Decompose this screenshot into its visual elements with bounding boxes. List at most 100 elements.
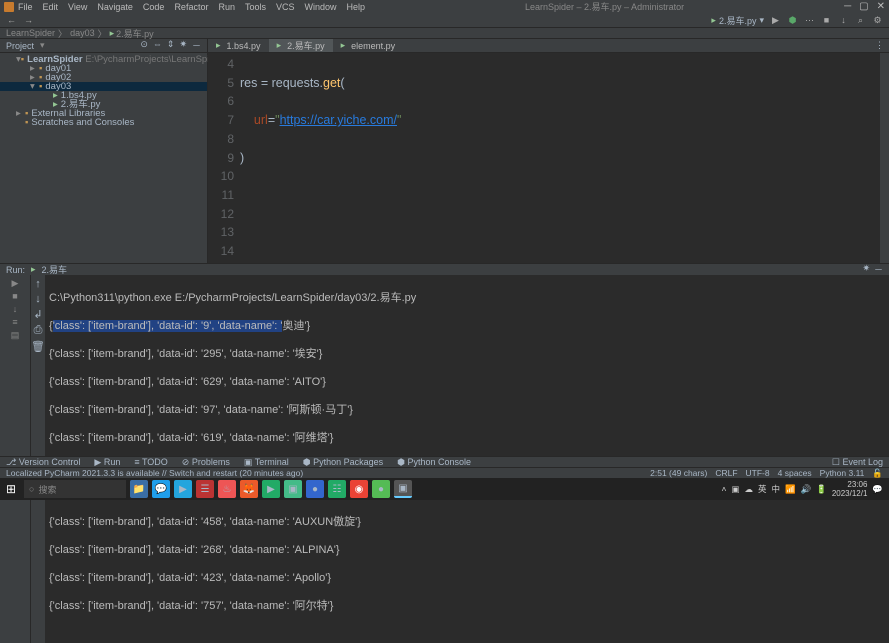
- hide-icon[interactable]: －: [192, 39, 201, 52]
- task-firefox-icon[interactable]: 🦊: [240, 480, 258, 498]
- menu-window[interactable]: Window: [305, 2, 337, 12]
- search-everywhere-icon[interactable]: ⌕: [855, 15, 866, 26]
- tab-version-control[interactable]: ⎇ Version Control: [6, 457, 80, 468]
- menu-view[interactable]: View: [68, 2, 87, 12]
- task-app8-icon[interactable]: ☷: [328, 480, 346, 498]
- menu-code[interactable]: Code: [143, 2, 165, 12]
- status-encoding[interactable]: UTF-8: [746, 468, 770, 479]
- ime-indicator[interactable]: 英: [758, 483, 767, 495]
- task-app6-icon[interactable]: ▣: [284, 480, 302, 498]
- editor-scrollbar[interactable]: [880, 53, 889, 263]
- project-header-label[interactable]: Project: [6, 41, 34, 51]
- status-interpreter[interactable]: Python 3.11: [820, 468, 865, 479]
- tab-packages[interactable]: ⬢ Python Packages: [303, 457, 383, 468]
- tray-icon[interactable]: ▣: [731, 484, 739, 495]
- taskbar-clock[interactable]: 23:062023/12/1: [832, 480, 868, 498]
- tree-folder-day03[interactable]: ▾▪day03: [0, 82, 207, 91]
- tab-console[interactable]: ⬢ Python Console: [397, 457, 471, 468]
- crumb-project[interactable]: LearnSpider: [6, 28, 55, 38]
- locate-icon[interactable]: ⊙: [140, 39, 148, 52]
- task-app1-icon[interactable]: 💬: [152, 480, 170, 498]
- taskbar-search[interactable]: ○ 搜索: [24, 480, 126, 498]
- editor-tab-bs4[interactable]: ▸1.bs4.py: [208, 39, 269, 52]
- ime-indicator2[interactable]: 中: [772, 483, 781, 495]
- editor-tab-element[interactable]: ▸element.py: [333, 39, 404, 52]
- app-logo-icon: [4, 2, 14, 12]
- battery-icon[interactable]: 🔋: [816, 484, 827, 495]
- tray-up-icon[interactable]: ˄: [722, 484, 727, 494]
- status-caret-pos[interactable]: 2:51 (49 chars): [650, 468, 707, 479]
- tray-onedrive-icon[interactable]: ☁: [745, 484, 754, 495]
- tree-file-bs4[interactable]: ▸1.bs4.py: [0, 91, 207, 100]
- run-config-dropdown[interactable]: ▸ 2.易车.py ▾: [711, 14, 764, 27]
- stop-run-icon[interactable]: ■: [10, 291, 20, 301]
- trash-icon[interactable]: 🗑: [31, 340, 45, 353]
- breadcrumb: LearnSpider 〉 day03 〉 ▸ 2.易车.py: [0, 28, 889, 39]
- run-icon[interactable]: ▶: [770, 15, 781, 26]
- tree-scratches[interactable]: ▪Scratches and Consoles: [0, 118, 207, 127]
- status-line-ending[interactable]: CRLF: [715, 468, 737, 479]
- task-app7-icon[interactable]: ●: [306, 480, 324, 498]
- tab-event-log[interactable]: ☐ Event Log: [832, 457, 883, 468]
- tab-problems[interactable]: ⊘ Problems: [182, 457, 230, 468]
- down-icon[interactable]: ↓: [10, 304, 20, 314]
- chevron-down-icon: ▾: [759, 15, 764, 26]
- rerun-icon[interactable]: ▶: [10, 278, 20, 288]
- maximize-icon[interactable]: ▢: [859, 1, 868, 12]
- task-app4-icon[interactable]: ♨: [218, 480, 236, 498]
- down-stack-icon[interactable]: ↓: [35, 293, 41, 305]
- gear-icon[interactable]: ✷: [179, 39, 187, 52]
- title-bar: File Edit View Navigate Code Refactor Ru…: [0, 0, 889, 13]
- project-tree[interactable]: ▾▪LearnSpider E:\PycharmProjects\LearnSp…: [0, 53, 207, 129]
- more-run-icon[interactable]: ⋯: [804, 15, 815, 26]
- task-app2-icon[interactable]: ▶: [174, 480, 192, 498]
- print-icon[interactable]: ⎙: [34, 324, 43, 337]
- task-app9-icon[interactable]: ●: [372, 480, 390, 498]
- menu-tools[interactable]: Tools: [245, 2, 266, 12]
- forward-icon[interactable]: →: [23, 15, 34, 26]
- minimize-icon[interactable]: ─: [844, 1, 851, 12]
- task-app3-icon[interactable]: ☰: [196, 480, 214, 498]
- crumb-folder[interactable]: day03: [70, 28, 95, 38]
- crumb-file[interactable]: 2.易车.py: [116, 27, 154, 40]
- status-indent[interactable]: 4 spaces: [778, 468, 812, 479]
- menu-vcs[interactable]: VCS: [276, 2, 295, 12]
- tab-list-icon[interactable]: ⋮: [870, 40, 889, 51]
- layout-icon[interactable]: ▤: [10, 330, 20, 340]
- status-message[interactable]: Localized PyCharm 2021.3.3 is available …: [6, 468, 303, 478]
- wrap-icon[interactable]: ↲: [33, 308, 42, 321]
- volume-icon[interactable]: 🔊: [801, 484, 812, 495]
- up-stack-icon[interactable]: ↑: [35, 278, 41, 290]
- debug-icon[interactable]: ⬢: [787, 15, 798, 26]
- filter-icon[interactable]: ≡: [10, 317, 20, 327]
- task-chrome-icon[interactable]: ◉: [350, 480, 368, 498]
- notification-icon[interactable]: 💬: [872, 484, 883, 495]
- line-gutter: 456789101112131415: [208, 53, 240, 263]
- system-tray[interactable]: ˄ ▣ ☁ 英 中 📶 🔊 🔋 23:062023/12/1 💬: [722, 480, 889, 498]
- menu-run[interactable]: Run: [218, 2, 235, 12]
- wifi-icon[interactable]: 📶: [785, 484, 796, 495]
- window-title: LearnSpider – 2.易车.py – Administrator: [365, 0, 844, 13]
- menu-navigate[interactable]: Navigate: [97, 2, 133, 12]
- stop-icon[interactable]: ■: [821, 15, 832, 26]
- task-explorer-icon[interactable]: 📁: [130, 480, 148, 498]
- task-pycharm-icon[interactable]: ▣: [394, 480, 412, 498]
- menu-help[interactable]: Help: [347, 2, 366, 12]
- tab-run[interactable]: ▶ Run: [94, 457, 120, 468]
- menu-file[interactable]: File: [18, 2, 33, 12]
- code-editor[interactable]: 456789101112131415 res = requests.get( u…: [208, 53, 889, 263]
- back-icon[interactable]: ←: [6, 15, 17, 26]
- menu-refactor[interactable]: Refactor: [174, 2, 208, 12]
- close-icon[interactable]: ✕: [877, 1, 885, 12]
- collapse-icon[interactable]: ⇕: [167, 39, 175, 52]
- expand-icon[interactable]: ⇔: [153, 39, 162, 52]
- start-button[interactable]: ⊞: [0, 478, 22, 500]
- tab-todo[interactable]: ≡ TODO: [134, 457, 167, 467]
- vcs-update-icon[interactable]: ↓: [838, 15, 849, 26]
- settings-icon[interactable]: ⚙: [872, 15, 883, 26]
- windows-taskbar: ⊞ ○ 搜索 📁 💬 ▶ ☰ ♨ 🦊 ▶ ▣ ● ☷ ◉ ● ▣ ˄ ▣ ☁ 英…: [0, 478, 889, 500]
- menu-edit[interactable]: Edit: [43, 2, 59, 12]
- tab-terminal[interactable]: ▣ Terminal: [244, 457, 289, 468]
- editor-tab-yiche[interactable]: ▸2.易车.py: [269, 39, 333, 52]
- task-app5-icon[interactable]: ▶: [262, 480, 280, 498]
